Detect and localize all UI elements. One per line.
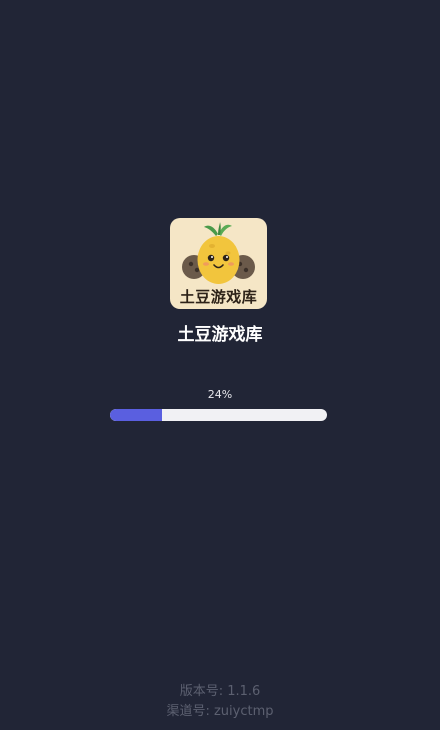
app-logo: 土豆游戏库 xyxy=(170,218,267,309)
version-label: 版本号: 1.1.6 xyxy=(179,684,261,699)
progress-bar-fill xyxy=(110,409,163,421)
footer-info: 版本号: 1.1.6 渠道号: zuiyctmp xyxy=(0,682,440,722)
app-logo-caption: 土豆游戏库 xyxy=(179,288,258,306)
progress-bar xyxy=(110,409,327,421)
channel-label: 渠道号: zuiyctmp xyxy=(166,704,274,719)
progress-percentage: 24% xyxy=(207,388,233,401)
app-title: 土豆游戏库 xyxy=(177,325,263,345)
